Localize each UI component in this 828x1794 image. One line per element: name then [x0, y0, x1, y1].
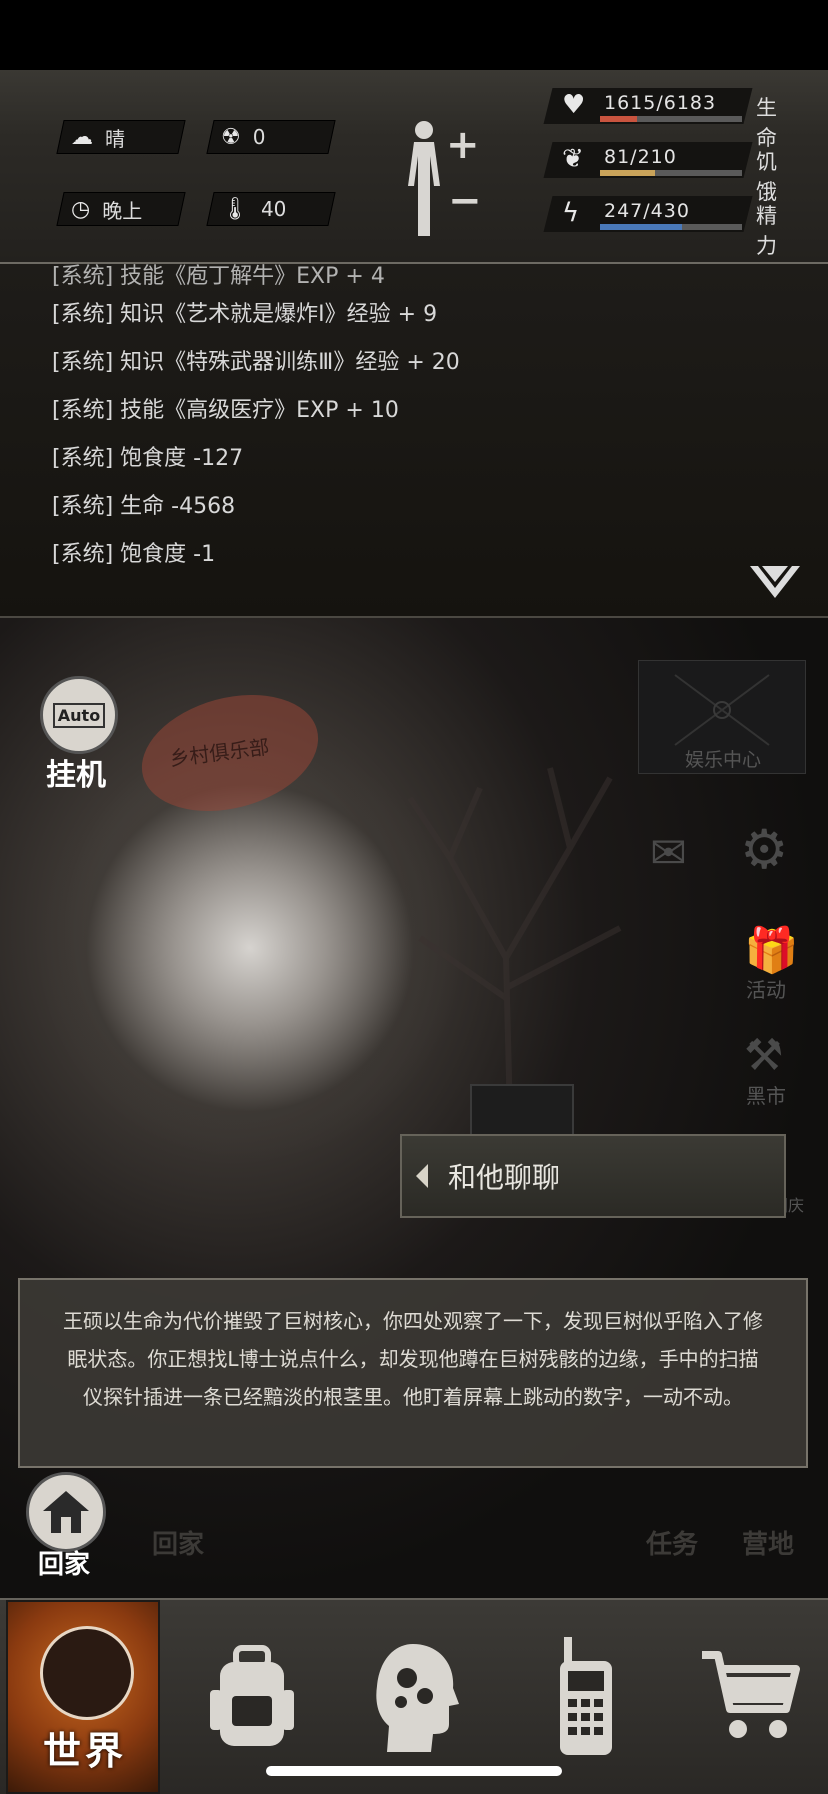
arrow-left-icon	[416, 1164, 428, 1188]
shop-cart-icon	[702, 1651, 800, 1738]
auto-label: Auto	[52, 702, 106, 728]
health-bar: ♥ 1615/6183 生命	[543, 86, 777, 150]
body-minus-button[interactable]: −	[448, 178, 482, 224]
log-line: [系统] 技能《庖丁解牛》EXP + 4	[52, 264, 385, 289]
energy-value: 247/430	[604, 200, 690, 222]
auto-idle-button[interactable]: Auto	[40, 676, 118, 754]
activity-label[interactable]: 活动	[746, 974, 786, 1003]
thermometer-icon: 🌡	[221, 196, 249, 222]
home-dim-label: 回家	[152, 1530, 205, 1560]
skills-head-icon	[376, 1644, 459, 1752]
double-chevron-down-icon[interactable]	[748, 564, 802, 606]
narrative-text: 王硕以生命为代价摧毁了巨树核心，你四处观察了一下，发现巨树似乎陷入了修眠状态。你…	[18, 1278, 808, 1468]
talk-choice-button[interactable]: 和他聊聊	[400, 1134, 786, 1218]
system-log[interactable]: [系统] 技能《庖丁解牛》EXP + 4 [系统] 知识《艺术就是爆炸Ⅰ》经验 …	[0, 264, 828, 618]
hunger-fill	[600, 170, 655, 176]
house-icon	[43, 1491, 89, 1533]
temperature-value: 40	[260, 197, 287, 221]
body-plus-button[interactable]: +	[446, 122, 480, 168]
energy-fill	[600, 224, 682, 230]
log-line: [系统] 技能《高级医疗》EXP + 10	[52, 398, 399, 423]
time-box: ◷ 晚上	[56, 192, 186, 226]
radio-icon	[560, 1637, 612, 1755]
camp-label[interactable]: 营地	[742, 1524, 794, 1561]
idle-label: 挂机	[46, 758, 106, 793]
home-indicator	[266, 1766, 562, 1776]
gift-icon[interactable]: 🎁	[744, 924, 799, 976]
log-line: [系统] 生命 -4568	[52, 494, 236, 519]
black-market-label[interactable]: 黑市	[746, 1080, 786, 1109]
heart-icon: ♥	[562, 90, 586, 120]
health-fill	[600, 116, 638, 122]
entertainment-label: 娱乐中心	[685, 749, 762, 771]
body-figure-icon[interactable]	[400, 118, 448, 238]
world-label: 世界	[42, 1729, 127, 1773]
clock-icon: ◷	[71, 196, 91, 222]
bottom-navigation: 世界	[0, 1598, 828, 1794]
nav-skills-tab[interactable]	[346, 1600, 486, 1794]
time-label: 晚上	[102, 198, 143, 223]
energy-bar: ϟ 247/430 精力	[543, 194, 777, 258]
temperature-box: 🌡 40	[206, 192, 336, 226]
home-label: 回家	[38, 1550, 91, 1580]
club-sign-text: 乡村俱乐部	[168, 734, 271, 771]
lightning-icon: ϟ	[562, 198, 580, 228]
gear-icon[interactable]: ⚙	[740, 818, 788, 881]
nav-world-tab[interactable]: 世界	[6, 1600, 160, 1794]
backpack-icon	[210, 1645, 294, 1746]
nav-radio-tab[interactable]	[516, 1600, 656, 1794]
hunger-value: 81/210	[604, 146, 677, 168]
mail-icon[interactable]: ✉	[650, 828, 687, 879]
choice-label: 和他聊聊	[448, 1161, 561, 1194]
weather-box: ☁ 晴	[56, 120, 186, 154]
status-bar	[0, 0, 828, 70]
health-value: 1615/6183	[604, 92, 717, 114]
sun-cloud-icon: ☁	[71, 124, 93, 150]
radiation-box: ☢ 0	[206, 120, 336, 154]
log-line: [系统] 饱食度 -1	[52, 542, 216, 567]
globe-icon	[40, 1626, 134, 1720]
health-label: 生命	[756, 96, 777, 150]
home-button[interactable]	[26, 1472, 106, 1552]
log-line: [系统] 知识《艺术就是爆炸Ⅰ》经验 + 9	[52, 302, 438, 327]
hud-panel: ☁ 晴 ☢ 0 ◷ 晚上 🌡 40 + − ♥ 1615/6183 生命 ❦ 81/21…	[0, 70, 828, 264]
weather-label: 晴	[105, 126, 125, 151]
log-line: [系统] 知识《特殊武器训练Ⅲ》经验 + 20	[52, 350, 460, 375]
log-line: [系统] 饱食度 -127	[52, 446, 244, 471]
crosshair-icon	[674, 674, 770, 746]
hunger-label: 饥饿	[756, 150, 777, 204]
energy-label: 精力	[756, 204, 777, 258]
stomach-icon: ❦	[562, 144, 584, 174]
gavel-icon[interactable]: ⚒	[744, 1030, 783, 1081]
task-label[interactable]: 任务	[646, 1524, 698, 1561]
nav-shop-tab[interactable]	[680, 1600, 820, 1794]
nav-backpack-tab[interactable]	[182, 1600, 322, 1794]
dead-tree	[407, 767, 622, 1118]
radiation-value: 0	[252, 125, 266, 149]
hunger-bar: ❦ 81/210 饥饿	[543, 140, 777, 204]
entertainment-center-button[interactable]: 娱乐中心	[638, 660, 806, 774]
radiation-icon: ☢	[221, 124, 241, 150]
